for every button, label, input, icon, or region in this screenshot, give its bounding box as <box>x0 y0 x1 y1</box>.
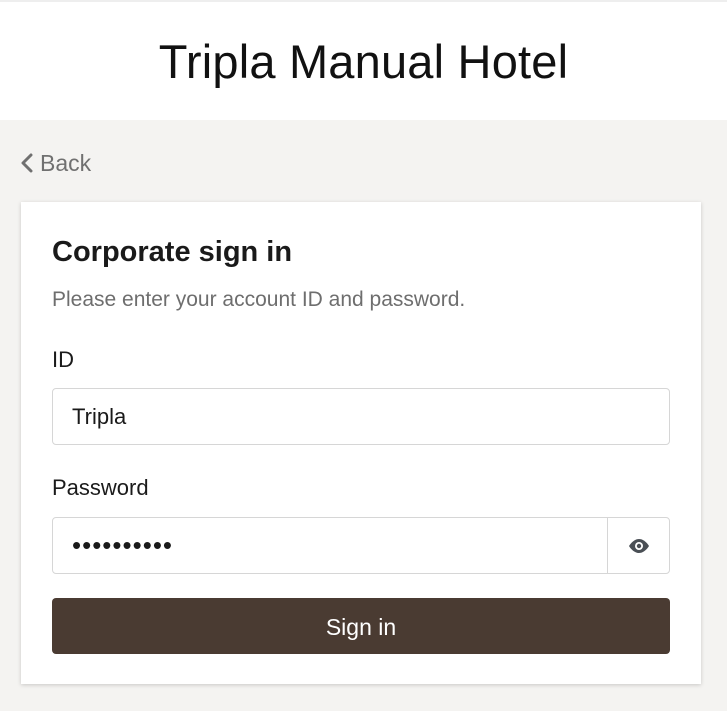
back-label: Back <box>40 149 92 176</box>
password-input-value: •••••••••• <box>72 530 174 560</box>
eye-icon <box>628 538 649 553</box>
password-label: Password <box>52 475 149 500</box>
chevron-left-icon <box>21 153 33 173</box>
back-link[interactable]: Back <box>20 148 91 178</box>
id-input[interactable]: Tripla <box>52 388 670 445</box>
id-input-value: Tripla <box>72 404 127 429</box>
signin-subtitle: Please enter your account ID and passwor… <box>52 288 466 311</box>
password-input[interactable]: •••••••••• <box>52 517 670 574</box>
signin-card: Corporate sign in Please enter your acco… <box>21 202 701 684</box>
signin-button[interactable]: Sign in <box>52 598 670 654</box>
password-visibility-toggle[interactable] <box>607 518 669 573</box>
id-label: ID <box>52 347 74 372</box>
signin-title: Corporate sign in <box>52 236 293 268</box>
site-header: Tripla Manual Hotel <box>0 0 727 120</box>
hotel-title: Tripla Manual Hotel <box>158 35 569 88</box>
